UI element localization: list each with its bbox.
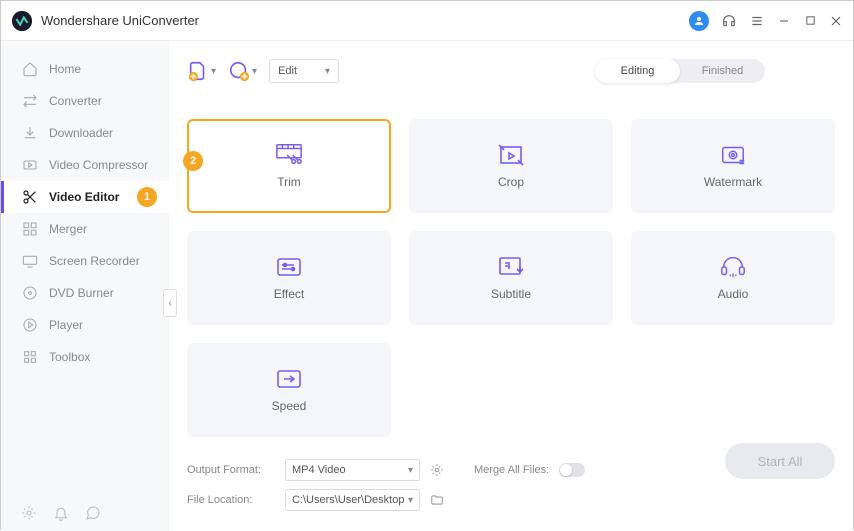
output-format-dropdown[interactable]: MP4 Video ▾ xyxy=(285,459,420,481)
card-effect[interactable]: Effect xyxy=(187,231,391,325)
sidebar-item-label: Converter xyxy=(49,94,102,108)
title-actions xyxy=(689,11,843,31)
sidebar-item-label: Home xyxy=(49,62,81,76)
card-speed[interactable]: Speed xyxy=(187,343,391,437)
sidebar-item-toolbox[interactable]: Toolbox xyxy=(1,341,169,373)
chevron-down-icon: ▾ xyxy=(252,66,257,77)
grid-icon xyxy=(21,348,39,366)
merge-toggle[interactable] xyxy=(559,463,585,477)
footer: Output Format: MP4 Video ▾ Merge All Fil… xyxy=(187,448,835,519)
recorder-icon xyxy=(21,252,39,270)
sidebar-item-label: Video Compressor xyxy=(49,158,148,172)
sidebar-item-dvd-burner[interactable]: DVD Burner xyxy=(1,277,169,309)
chevron-down-icon: ▾ xyxy=(408,495,413,506)
output-format-label: Output Format: xyxy=(187,464,275,476)
chevron-down-icon: ▾ xyxy=(408,465,413,476)
settings-icon[interactable] xyxy=(21,505,37,521)
menu-icon[interactable] xyxy=(749,13,765,29)
sidebar-item-downloader[interactable]: Downloader xyxy=(1,117,169,149)
file-location-dropdown[interactable]: C:\Users\User\Desktop ▾ xyxy=(285,489,420,511)
card-label: Watermark xyxy=(704,175,762,189)
play-icon xyxy=(21,316,39,334)
sidebar-item-label: Merger xyxy=(49,222,87,236)
speed-icon xyxy=(275,367,303,391)
card-label: Trim xyxy=(277,175,301,189)
user-avatar-icon[interactable] xyxy=(689,11,709,31)
app-logo-icon xyxy=(11,10,33,32)
card-label: Speed xyxy=(272,399,307,413)
editor-grid: 2 Trim Crop Watermark Effect Subtitle xyxy=(187,119,835,437)
scissors-icon xyxy=(21,188,39,206)
disc-icon xyxy=(21,284,39,302)
output-settings-icon[interactable] xyxy=(430,463,444,477)
app-title: Wondershare UniConverter xyxy=(41,13,689,28)
audio-icon xyxy=(719,255,747,279)
subtitle-icon xyxy=(497,255,525,279)
compressor-icon xyxy=(21,156,39,174)
trim-icon xyxy=(275,143,303,167)
card-label: Effect xyxy=(274,287,304,301)
sidebar-item-label: Video Editor xyxy=(49,190,119,204)
start-all-button[interactable]: Start All xyxy=(725,443,835,479)
card-crop[interactable]: Crop xyxy=(409,119,613,213)
main-content: ▾ ▾ Edit ▾ Editing Finished 2 Trim xyxy=(169,41,853,531)
effect-icon xyxy=(275,255,303,279)
card-label: Subtitle xyxy=(491,287,531,301)
sidebar-item-label: Screen Recorder xyxy=(49,254,140,268)
sidebar-item-label: Toolbox xyxy=(49,350,90,364)
maximize-button[interactable] xyxy=(803,14,817,28)
merge-files-label: Merge All Files: xyxy=(474,464,549,476)
card-label: Crop xyxy=(498,175,524,189)
output-format-value: MP4 Video xyxy=(292,464,346,476)
open-folder-icon[interactable] xyxy=(430,493,444,507)
sidebar-item-converter[interactable]: Converter xyxy=(1,85,169,117)
feedback-icon[interactable] xyxy=(85,505,101,521)
bell-icon[interactable] xyxy=(53,505,69,521)
segment-finished[interactable]: Finished xyxy=(680,59,765,83)
headset-icon[interactable] xyxy=(721,13,737,29)
sidebar: Home Converter Downloader Video Compress… xyxy=(1,41,169,531)
sidebar-item-label: Downloader xyxy=(49,126,113,140)
card-watermark[interactable]: Watermark xyxy=(631,119,835,213)
sidebar-collapse-handle[interactable]: ‹ xyxy=(163,289,177,317)
crop-icon xyxy=(497,143,525,167)
sidebar-item-screen-recorder[interactable]: Screen Recorder xyxy=(1,245,169,277)
annotation-badge-2: 2 xyxy=(183,151,203,171)
chevron-down-icon: ▾ xyxy=(211,66,216,77)
chevron-down-icon: ▾ xyxy=(325,66,330,77)
toolbar: ▾ ▾ Edit ▾ Editing Finished xyxy=(187,53,835,89)
sidebar-item-label: DVD Burner xyxy=(49,286,114,300)
sidebar-item-player[interactable]: Player xyxy=(1,309,169,341)
card-subtitle[interactable]: Subtitle xyxy=(409,231,613,325)
annotation-badge-1: 1 xyxy=(137,187,157,207)
add-url-button[interactable]: ▾ xyxy=(228,60,257,82)
sidebar-item-label: Player xyxy=(49,318,83,332)
edit-dropdown-label: Edit xyxy=(278,65,297,77)
merger-icon xyxy=(21,220,39,238)
add-file-button[interactable]: ▾ xyxy=(187,60,216,82)
card-label: Audio xyxy=(718,287,749,301)
status-segment: Editing Finished xyxy=(595,59,765,83)
converter-icon xyxy=(21,92,39,110)
file-location-value: C:\Users\User\Desktop xyxy=(292,494,404,506)
card-audio[interactable]: Audio xyxy=(631,231,835,325)
card-trim[interactable]: 2 Trim xyxy=(187,119,391,213)
sidebar-item-video-editor[interactable]: Video Editor 1 xyxy=(1,181,169,213)
file-location-label: File Location: xyxy=(187,494,275,506)
download-icon xyxy=(21,124,39,142)
segment-editing[interactable]: Editing xyxy=(595,59,680,83)
close-button[interactable] xyxy=(829,14,843,28)
sidebar-item-merger[interactable]: Merger xyxy=(1,213,169,245)
minimize-button[interactable] xyxy=(777,14,791,28)
sidebar-footer xyxy=(21,505,101,521)
sidebar-item-home[interactable]: Home xyxy=(1,53,169,85)
edit-dropdown[interactable]: Edit ▾ xyxy=(269,59,339,83)
watermark-icon xyxy=(719,143,747,167)
titlebar: Wondershare UniConverter xyxy=(1,1,853,41)
home-icon xyxy=(21,60,39,78)
sidebar-item-video-compressor[interactable]: Video Compressor xyxy=(1,149,169,181)
